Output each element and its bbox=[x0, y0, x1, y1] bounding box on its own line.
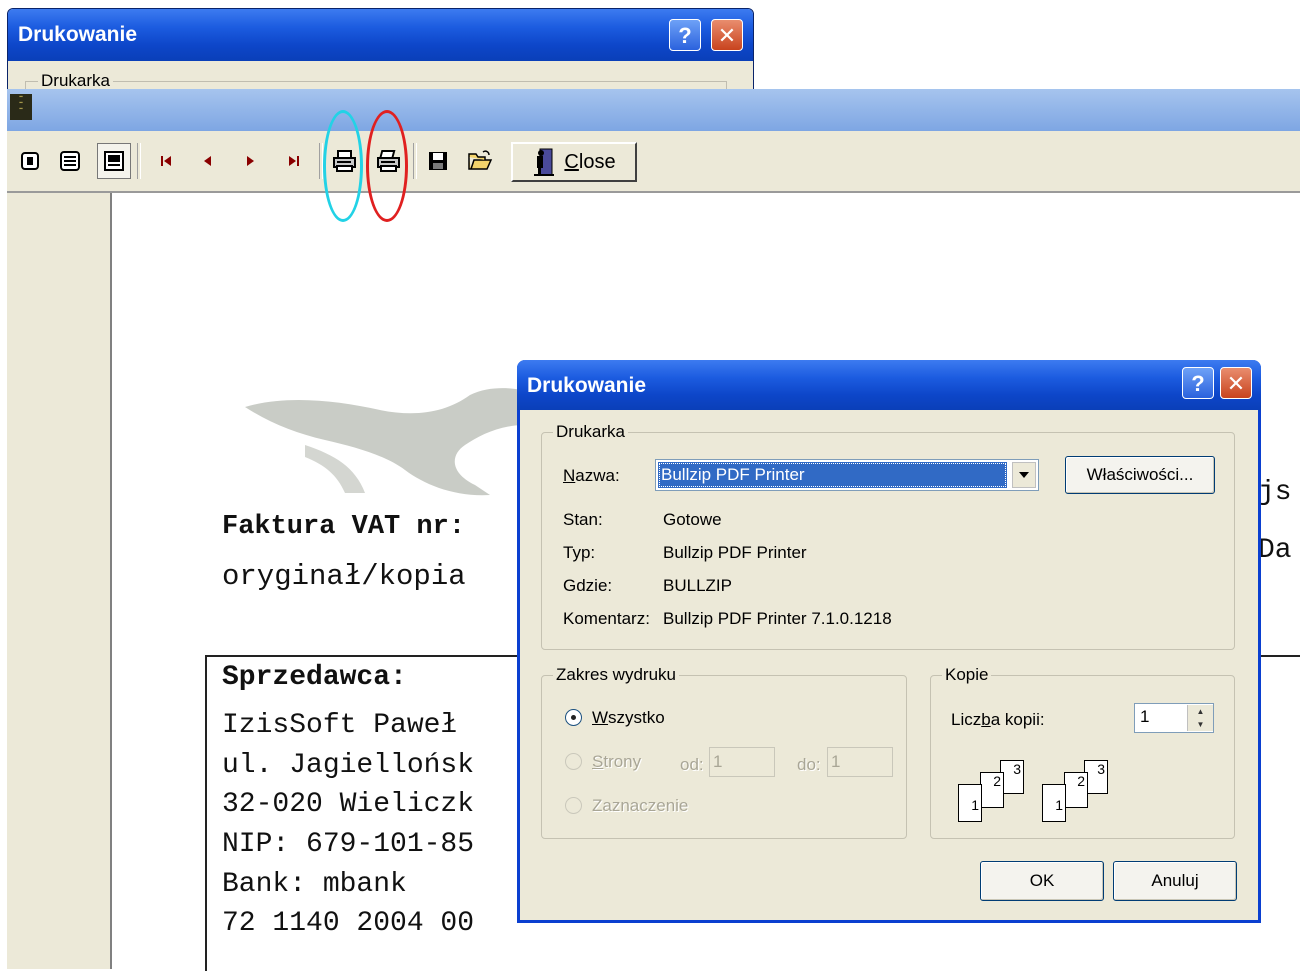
seller-line: 72 1140 2004 00 bbox=[222, 908, 475, 939]
open-folder-icon[interactable] bbox=[463, 143, 497, 179]
seller-line: IzisSoft Paweł bbox=[222, 710, 458, 741]
zoom-page-icon[interactable] bbox=[97, 143, 131, 179]
next-page-icon[interactable] bbox=[233, 143, 267, 179]
first-page-icon[interactable] bbox=[149, 143, 183, 179]
print-range-group-label: Zakres wydruku bbox=[553, 665, 679, 685]
clipped-text-right-1: js bbox=[1258, 477, 1292, 508]
seller-line: NIP: 679-101-85 bbox=[222, 829, 475, 860]
to-page-input[interactable]: 1 bbox=[827, 747, 893, 777]
radio-all[interactable] bbox=[565, 709, 582, 726]
collate-page-1: 1 bbox=[1042, 784, 1066, 822]
help-icon[interactable]: ? bbox=[1182, 367, 1214, 399]
cyan-annotation-ellipse bbox=[323, 110, 363, 222]
close-button-label: Close bbox=[564, 150, 616, 173]
seller-heading: Sprzedawca: bbox=[222, 662, 407, 693]
ok-button[interactable]: OK bbox=[980, 861, 1104, 901]
single-page-icon[interactable] bbox=[13, 143, 47, 179]
spin-down-icon[interactable]: ▼ bbox=[1188, 718, 1213, 731]
printer-name-selected-value[interactable]: Bullzip PDF Printer bbox=[658, 462, 1007, 488]
copies-spinner[interactable]: ▲ ▼ bbox=[1187, 705, 1213, 731]
background-dialog-title: Drukowanie bbox=[18, 23, 138, 46]
eagle-logo-image bbox=[245, 388, 525, 496]
comment-value: Bullzip PDF Printer 7.1.0.1218 bbox=[663, 609, 892, 628]
toolbar-separator bbox=[137, 143, 141, 179]
collate-illustration-2: 3 2 1 bbox=[1036, 758, 1116, 824]
copy-label: oryginał/kopia bbox=[222, 560, 466, 593]
preview-left-panel bbox=[7, 193, 112, 969]
chevron-down-icon[interactable] bbox=[1012, 462, 1036, 488]
spin-up-icon[interactable]: ▲ bbox=[1188, 705, 1213, 718]
properties-button[interactable]: Właściwości... bbox=[1065, 456, 1215, 494]
help-icon[interactable]: ? bbox=[669, 19, 701, 51]
status-value: Gotowe bbox=[663, 510, 722, 529]
background-print-dialog: Drukowanie ? ✕ Drukarka bbox=[7, 8, 754, 92]
toolbar-separator bbox=[413, 143, 417, 179]
radio-all-label[interactable]: Wszystko bbox=[592, 708, 665, 728]
comment-key: Komentarz: bbox=[563, 609, 650, 628]
radio-selection[interactable] bbox=[565, 797, 582, 814]
radio-pages-label: Strony bbox=[592, 752, 642, 771]
floppy-disk-icon[interactable] bbox=[421, 143, 455, 179]
seller-line: 32-020 Wieliczk bbox=[222, 789, 475, 820]
type-value: Bullzip PDF Printer bbox=[663, 543, 807, 562]
seller-line: ul. Jagiellońsk bbox=[222, 750, 475, 781]
last-page-icon[interactable] bbox=[277, 143, 311, 179]
close-button[interactable]: Close bbox=[511, 142, 637, 182]
copies-count-label: Liczba kopii: bbox=[951, 710, 1045, 729]
printer-group-label: Drukarka bbox=[553, 422, 628, 442]
invoice-title: Faktura VAT nr: bbox=[222, 512, 466, 542]
location-value: BULLZIP bbox=[663, 576, 732, 595]
to-label: do: bbox=[797, 755, 821, 774]
exit-door-icon bbox=[534, 148, 555, 176]
from-label: od: bbox=[680, 755, 704, 774]
collate-page-1: 1 bbox=[958, 784, 982, 822]
seller-line: Bank: mbank bbox=[222, 869, 407, 900]
collate-page-2: 2 bbox=[980, 772, 1004, 808]
close-icon[interactable]: ✕ bbox=[711, 19, 743, 51]
close-icon[interactable]: ✕ bbox=[1220, 367, 1252, 399]
from-page-input[interactable]: 1 bbox=[709, 747, 775, 777]
type-key: Typ: bbox=[563, 543, 596, 562]
preview-titlebar bbox=[7, 89, 1300, 131]
preview-toolbar: Close bbox=[7, 131, 1300, 193]
app-icon: ▪▪ ▪▪ ▪▪ bbox=[10, 94, 32, 120]
copies-count-value[interactable]: 1 bbox=[1140, 707, 1149, 727]
status-key: Stan: bbox=[563, 510, 603, 529]
radio-selection-label: Zaznaczenie bbox=[592, 796, 689, 815]
collate-illustration-1: 3 2 1 bbox=[952, 758, 1032, 824]
page-lines-icon[interactable] bbox=[53, 143, 87, 179]
cancel-button[interactable]: Anuluj bbox=[1113, 861, 1237, 901]
printer-name-label: Nazwa: bbox=[563, 466, 620, 485]
clipped-text-right-2: Da bbox=[1258, 535, 1292, 566]
location-key: Gdzie: bbox=[563, 576, 613, 595]
print-dialog-title: Drukowanie bbox=[527, 374, 647, 397]
copies-group-label: Kopie bbox=[942, 665, 992, 685]
radio-pages[interactable] bbox=[565, 753, 582, 770]
background-group-label: Drukarka bbox=[38, 71, 113, 91]
collate-page-2: 2 bbox=[1064, 772, 1088, 808]
red-annotation-ellipse bbox=[366, 110, 408, 222]
prev-page-icon[interactable] bbox=[191, 143, 225, 179]
